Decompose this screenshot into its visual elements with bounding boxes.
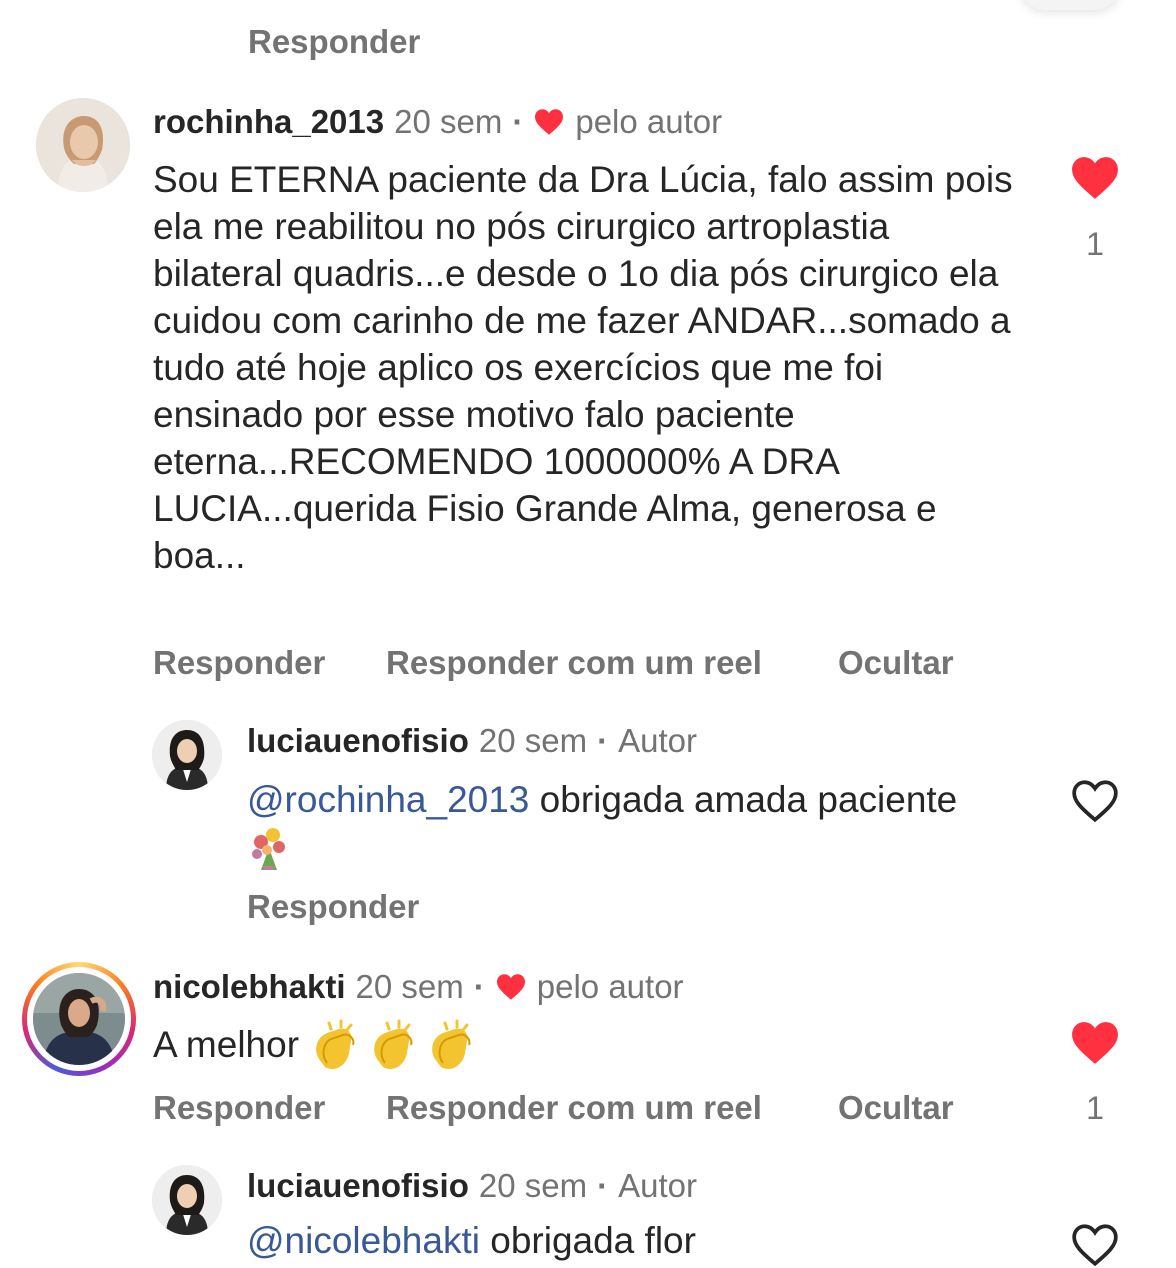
username[interactable]: luciauenofisio: [247, 1166, 469, 1206]
avatar-photo-luciauenofisio: [152, 720, 222, 790]
comment-text: Sou ETERNA paciente da Dra Lúcia, falo a…: [153, 159, 1013, 576]
like-count: 1: [1086, 1090, 1104, 1126]
comment-message: A melhor: [153, 1023, 300, 1065]
timestamp: 20 sem: [355, 968, 464, 1005]
username[interactable]: luciauenofisio: [247, 721, 469, 761]
hide-button[interactable]: Ocultar: [838, 1088, 954, 1128]
author-badge: Autor: [618, 722, 697, 759]
cut-off-text: [250, 0, 950, 10]
bouquet-emoji: [252, 828, 285, 871]
username[interactable]: rochinha_2013: [153, 102, 384, 142]
reply-message: obrigada amada paciente: [529, 779, 958, 820]
reply-button[interactable]: Responder: [247, 887, 419, 927]
reply-text: @rochinha_2013 obrigada amada paciente: [247, 776, 967, 872]
avatar-photo-luciauenofisio: [152, 1165, 222, 1235]
reply-button[interactable]: Responder: [153, 643, 325, 683]
avatar[interactable]: [152, 1165, 222, 1235]
heart-filled-icon[interactable]: [1070, 155, 1120, 201]
timestamp: 20 sem: [478, 1167, 588, 1204]
separator: ·: [512, 103, 524, 140]
username[interactable]: nicolebhakti: [153, 967, 346, 1007]
reply-header: luciauenofisio 20 sem · Autor: [247, 721, 697, 761]
heart-filled-icon: [535, 109, 564, 135]
reply-with-reel-button[interactable]: Responder com um reel: [386, 1088, 762, 1128]
heart-outline-icon[interactable]: [1070, 778, 1120, 824]
reply-text: @nicolebhakti obrigada flor: [247, 1217, 967, 1264]
avatar[interactable]: [36, 98, 130, 192]
heart-filled-icon[interactable]: [1070, 1020, 1120, 1066]
reply-button-top[interactable]: Responder: [248, 22, 420, 62]
reply-button[interactable]: Responder: [153, 1088, 325, 1128]
avatar[interactable]: [33, 973, 125, 1065]
liked-by-author-label: pelo autor: [575, 103, 723, 140]
hide-button[interactable]: Ocultar: [838, 643, 954, 683]
timestamp: 20 sem: [394, 103, 503, 140]
comment-header: rochinha_2013 20 sem · pelo autor: [153, 102, 722, 142]
reply-header: luciauenofisio 20 sem · Autor: [247, 1166, 697, 1206]
like-count: 1: [1086, 226, 1104, 262]
separator: ·: [473, 968, 485, 1005]
author-badge: Autor: [618, 1167, 697, 1204]
separator: ·: [597, 722, 609, 759]
clapping-hands-emoji: [316, 1019, 471, 1070]
avatar-photo-nicolebhakti: [33, 973, 125, 1065]
comment-header: nicolebhakti 20 sem · pelo autor: [153, 967, 684, 1007]
heart-filled-icon: [496, 974, 525, 1000]
separator: ·: [597, 1167, 609, 1204]
heart-outline-icon[interactable]: [1070, 1222, 1120, 1268]
comment-text: A melhor: [153, 1019, 973, 1075]
reply-with-reel-button[interactable]: Responder com um reel: [386, 643, 762, 683]
liked-by-author-label: pelo autor: [536, 968, 684, 1005]
avatar-photo-rochinha: [36, 98, 130, 192]
timestamp: 20 sem: [478, 722, 588, 759]
avatar[interactable]: [152, 720, 222, 790]
floating-pill: [1020, 0, 1120, 10]
mention-link[interactable]: @rochinha_2013: [247, 779, 529, 820]
